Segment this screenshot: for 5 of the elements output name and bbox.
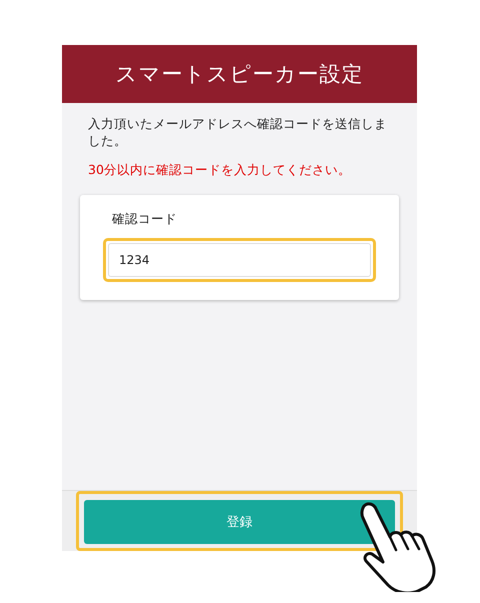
field-label: 確認コード [112, 211, 178, 228]
warning-message: 30分以内に確認コードを入力してください。 [88, 162, 352, 179]
info-message: 入力頂いたメールアドレスへ確認コードを送信しました。 [88, 115, 388, 149]
screen-title: スマートスピーカー設定 [116, 61, 364, 88]
code-input-field[interactable]: 1234 [108, 243, 371, 277]
